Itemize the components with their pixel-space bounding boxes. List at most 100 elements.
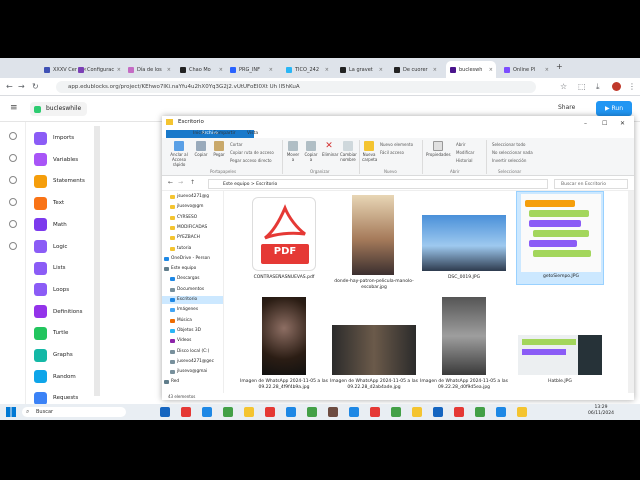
ribbon-tab-1[interactable]: Inicio <box>190 130 208 138</box>
nav-item[interactable]: jusevo4271@gec <box>162 358 214 366</box>
taskbar-app-icon[interactable] <box>202 407 212 417</box>
pin-quick-access-button[interactable]: Anclar al Acceso rápido <box>168 141 190 167</box>
category-loops[interactable]: Loops <box>34 282 69 298</box>
bookmark-icon[interactable]: ☆ <box>560 82 567 92</box>
download-icon[interactable]: ⤓ <box>596 82 600 92</box>
browser-tab[interactable]: Configurac × <box>74 61 124 78</box>
taskbar-app-icon[interactable] <box>370 407 380 417</box>
category-variables[interactable]: Variables <box>34 152 78 168</box>
nav-item[interactable]: OneDrive - Person <box>162 255 210 263</box>
nav-item[interactable]: Red <box>162 378 179 386</box>
reload-icon[interactable]: ↻ <box>32 82 39 92</box>
nav-item[interactable]: tutoria <box>162 245 191 253</box>
tab-close-icon[interactable]: × <box>489 67 493 73</box>
toolbox-scrollbar[interactable] <box>94 126 100 396</box>
browser-tab[interactable]: La gravet × <box>336 61 386 78</box>
taskbar-app-icon[interactable] <box>454 407 464 417</box>
invert-selection-button[interactable]: Invertir selección <box>492 158 526 163</box>
edit-button[interactable]: Modificar <box>456 150 474 155</box>
delete-button[interactable]: ✕ Eliminar <box>322 141 338 157</box>
file-item-selected[interactable]: getoSiempo.JPG <box>516 191 604 285</box>
taskbar-app-icon[interactable] <box>475 407 485 417</box>
nav-item[interactable]: jsuevo4271@g <box>162 193 209 201</box>
new-folder-button[interactable]: Nueva carpeta <box>362 141 377 162</box>
ribbon-tab-3[interactable]: Vista <box>244 130 261 138</box>
taskbar-app-icon[interactable] <box>412 407 422 417</box>
run-button[interactable]: ▶ Run <box>596 101 632 116</box>
extensions-icon[interactable]: ⬚ <box>578 82 586 92</box>
tab-close-icon[interactable]: × <box>545 67 549 73</box>
tab-close-icon[interactable]: × <box>325 67 329 73</box>
settings-icon[interactable] <box>9 132 17 140</box>
file-item[interactable]: donde-hay-patron-pelicula-manolo-escobar… <box>330 193 418 290</box>
taskbar-app-icon[interactable] <box>265 407 275 417</box>
taskbar-search-input[interactable]: ⌕ Buscar <box>22 407 126 417</box>
taskbar-app-icon[interactable] <box>517 407 527 417</box>
back-arrow-icon[interactable]: ← <box>168 179 173 186</box>
properties-button[interactable]: Propiedades <box>426 141 451 157</box>
explorer-search-input[interactable]: Buscar en Escritorio <box>554 179 628 189</box>
tab-close-icon[interactable]: × <box>269 67 273 73</box>
browser-tab[interactable]: Online Pl × <box>500 61 552 78</box>
category-logic[interactable]: Logic <box>34 239 67 255</box>
taskbar-app-icon[interactable] <box>286 407 296 417</box>
nav-item[interactable]: Documentos <box>162 286 204 294</box>
paste-button[interactable]: Pegar <box>212 141 226 157</box>
nav-item[interactable]: Música <box>162 317 192 325</box>
category-random[interactable]: Random <box>34 369 76 385</box>
browser-tab[interactable]: PRG_INF × <box>226 61 276 78</box>
profile-avatar[interactable] <box>612 82 621 91</box>
nav-item[interactable]: jlusevo@gm <box>162 203 203 211</box>
category-graphs[interactable]: Graphs <box>34 347 73 363</box>
taskbar-app-icon[interactable] <box>349 407 359 417</box>
category-definitions[interactable]: Definitions <box>34 304 83 320</box>
browser-tab[interactable]: De cuorer × <box>390 61 440 78</box>
nav-item[interactable]: Vídeos <box>162 337 191 345</box>
browser-tab[interactable]: Día de los × <box>124 61 174 78</box>
history-button[interactable]: Historial <box>456 158 473 163</box>
rename-button[interactable]: Cambiar nombre <box>340 141 357 162</box>
nav-item[interactable]: Descargas <box>162 275 199 283</box>
file-item[interactable]: PDF CONTRASEÑASNUEVAS.pdf <box>240 193 328 289</box>
category-turtle[interactable]: Turtle <box>34 325 68 341</box>
browser-tab[interactable]: Chao Mo × <box>176 61 226 78</box>
sound-icon[interactable] <box>9 220 17 228</box>
copy-path-button[interactable]: Copiar ruta de acceso <box>230 150 274 155</box>
hamburger-icon[interactable]: ≡ <box>10 103 18 113</box>
cut-button[interactable]: Cortar <box>230 142 243 147</box>
up-arrow-icon[interactable]: ↑ <box>190 179 195 186</box>
nav-item[interactable]: Imágenes <box>162 306 198 314</box>
tab-close-icon[interactable]: × <box>167 67 171 73</box>
taskbar-app-icon[interactable] <box>181 407 191 417</box>
file-item[interactable]: Imagen de WhatsApp 2024-11-05 a las 09.2… <box>420 293 508 391</box>
new-item-button[interactable]: Nuevo elemento <box>380 142 413 147</box>
browser-tab[interactable]: bucleswh × <box>446 61 496 78</box>
windows-start-icon[interactable] <box>6 407 16 417</box>
nav-item[interactable]: jlusevo@gmai <box>162 368 207 376</box>
taskbar-app-icon[interactable] <box>391 407 401 417</box>
menu-icon[interactable]: ⋮ <box>628 82 636 92</box>
easy-access-button[interactable]: Fácil acceso <box>380 150 404 155</box>
tab-close-icon[interactable]: × <box>117 67 121 73</box>
taskbar-app-icon[interactable] <box>244 407 254 417</box>
taskbar-app-icon[interactable] <box>433 407 443 417</box>
tab-close-icon[interactable]: × <box>379 67 383 73</box>
path-input[interactable]: Este equipo > Escritorio <box>208 179 548 189</box>
nav-item[interactable]: MODIFICADAS <box>162 224 207 232</box>
select-none-button[interactable]: No seleccionar nada <box>492 150 533 155</box>
taskbar-app-icon[interactable] <box>496 407 506 417</box>
file-item[interactable]: Imagen de WhatsApp 2024-11-05 a las 09.2… <box>330 293 418 391</box>
file-item[interactable]: DSC_0019.JPG <box>420 193 508 289</box>
nav-item[interactable]: Este equipo <box>162 265 196 273</box>
nav-item[interactable]: Objetos 3D <box>162 327 201 335</box>
tab-close-icon[interactable]: × <box>433 67 437 73</box>
forward-arrow-icon[interactable]: → <box>178 179 183 186</box>
file-item[interactable]: Imagen de WhatsApp 2024-11-05 a las 09.2… <box>240 293 328 391</box>
file-item[interactable]: Hatble.JPG <box>516 293 604 391</box>
file-grid-scrollbar[interactable] <box>628 191 634 393</box>
nav-item[interactable]: Escritorio <box>162 296 223 304</box>
lightbulb-icon[interactable] <box>9 154 17 162</box>
lab-icon[interactable] <box>9 242 17 250</box>
taskbar-app-icon[interactable] <box>223 407 233 417</box>
nav-item[interactable]: CYRSESO <box>162 214 197 222</box>
